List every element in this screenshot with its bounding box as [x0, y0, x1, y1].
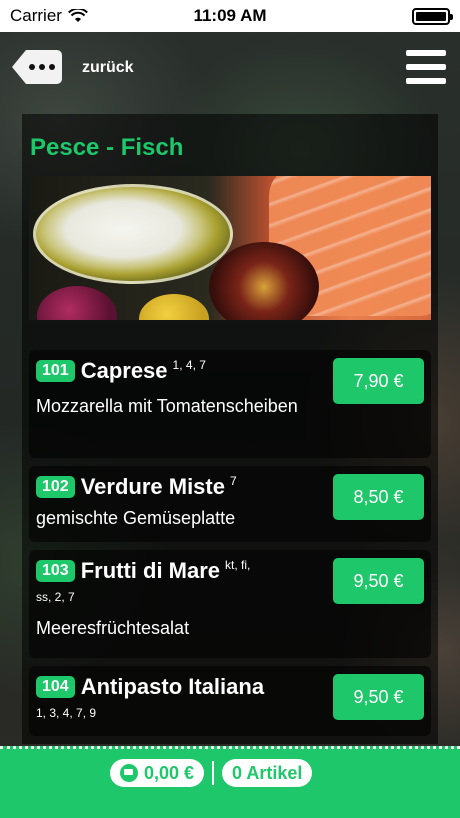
- dot-icon: [49, 64, 55, 70]
- item-allergens: kt, fi,: [225, 558, 251, 572]
- back-button[interactable]: [12, 50, 62, 84]
- wifi-icon: [68, 9, 88, 22]
- item-name: Antipasto Italiana: [80, 674, 265, 699]
- carrier-label: Carrier: [10, 6, 62, 25]
- menu-item[interactable]: 103 Frutti di Mare kt, fi, ss, 2, 7 Meeres…: [29, 550, 431, 658]
- menu-item[interactable]: 104 Antipasto Italiana 1, 3, 4, 7, 9 9,50…: [29, 666, 431, 736]
- menu-item[interactable]: 101 Caprese 1, 4, 7 Mozzarella mit Tomaten…: [29, 350, 431, 458]
- cart-total-pill[interactable]: 0,00 €: [110, 759, 205, 787]
- menu-panel: Pesce - Fisch 101 Caprese 1, 4, 7 Mozzarel…: [22, 114, 438, 744]
- cart-count: 0 Artikel: [232, 762, 303, 783]
- item-description: Mozzarella mit Tomatenscheiben: [36, 396, 298, 417]
- add-to-cart-button[interactable]: 7,90 €: [333, 358, 424, 404]
- item-name: Verdure Miste: [80, 474, 225, 500]
- menu-item[interactable]: 102 Verdure Miste 7 gemischte Gemüseplatte…: [29, 466, 431, 542]
- cart-summary[interactable]: 0,00 € 0 Artikel: [110, 759, 313, 787]
- top-navigation: zurück: [0, 32, 460, 104]
- item-number-badge: 103: [36, 560, 75, 583]
- item-description: Meeresfrüchtesalat: [36, 618, 190, 639]
- cart-icon: [120, 764, 138, 782]
- add-to-cart-button[interactable]: 9,50 €: [333, 558, 424, 604]
- menu-items-list: 101 Caprese 1, 4, 7 Mozzarella mit Tomaten…: [29, 350, 431, 744]
- divider: [212, 761, 215, 785]
- item-name: Frutti di Mare: [80, 558, 221, 584]
- back-label[interactable]: zurück: [82, 59, 134, 77]
- item-allergens: 7: [229, 474, 237, 488]
- add-to-cart-button[interactable]: 9,50 €: [333, 674, 424, 720]
- cart-total: 0,00 €: [144, 762, 195, 783]
- status-bar: Carrier 11:09 AM: [0, 0, 460, 32]
- item-number-badge: 104: [36, 676, 75, 698]
- battery-icon: [412, 7, 453, 25]
- cart-count-pill[interactable]: 0 Artikel: [222, 759, 313, 787]
- category-title: Pesce - Fisch: [30, 134, 184, 161]
- cart-bar: 0,00 € 0 Artikel: [0, 746, 460, 818]
- item-number-badge: 102: [36, 476, 75, 499]
- item-name: Caprese: [80, 358, 168, 384]
- item-number-badge: 101: [36, 360, 75, 383]
- item-allergens: 1, 4, 7: [172, 358, 206, 372]
- dot-icon: [29, 64, 35, 70]
- dot-icon: [39, 64, 45, 70]
- menu-icon[interactable]: [406, 50, 446, 84]
- add-to-cart-button[interactable]: 8,50 €: [333, 474, 424, 520]
- category-image: [29, 176, 431, 320]
- item-description: gemischte Gemüseplatte: [36, 508, 236, 529]
